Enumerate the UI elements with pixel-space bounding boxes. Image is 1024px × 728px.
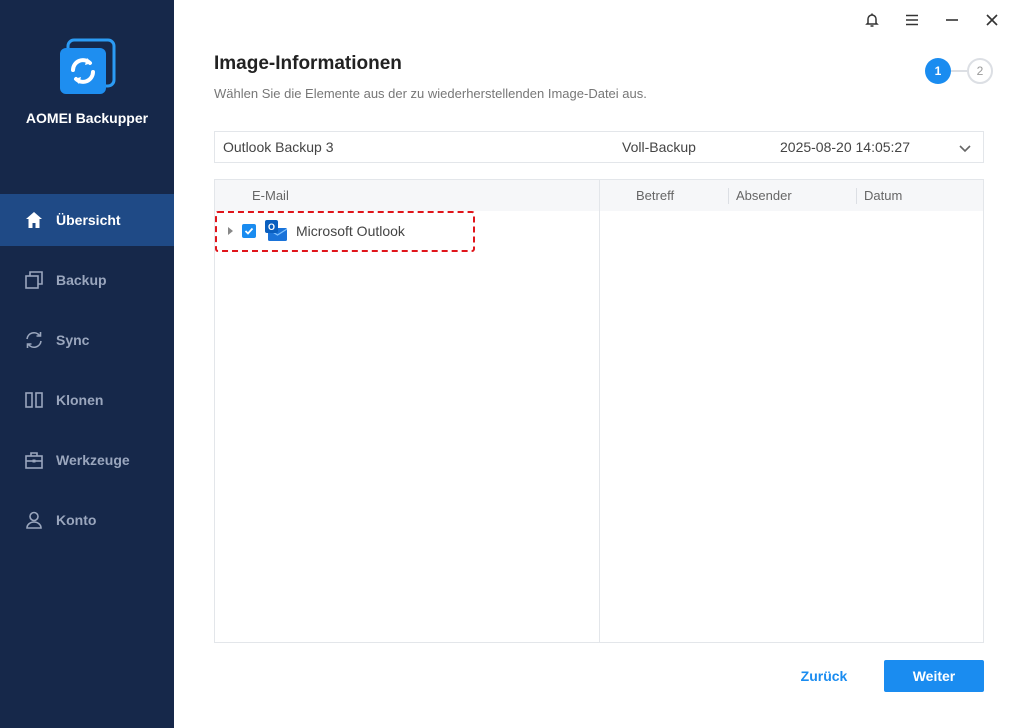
sync-icon (26, 331, 42, 349)
step-connector (951, 70, 967, 72)
minimize-button[interactable] (932, 10, 972, 30)
menu-button[interactable] (892, 10, 932, 30)
email-list-header: Betreff Absender Datum (600, 180, 983, 211)
sidebar-item-label: Backup (56, 272, 107, 288)
outlook-icon: O (265, 220, 288, 241)
svg-text:O: O (268, 222, 275, 232)
sidebar-item-label: Werkzeuge (56, 452, 130, 468)
sidebar-item-werkzeuge[interactable]: Werkzeuge (0, 434, 174, 486)
email-header-label: E-Mail (252, 188, 289, 203)
outlook-checkbox[interactable] (242, 224, 256, 238)
bell-icon (865, 13, 879, 27)
sidebar-item-label: Konto (56, 512, 97, 528)
column-divider (856, 188, 857, 204)
sidebar-item-konto[interactable]: Konto (0, 494, 174, 546)
backup-datetime: 2025-08-20 14:05:27 (780, 139, 910, 155)
column-label: Betreff (636, 188, 675, 203)
column-header-absender[interactable]: Absender (728, 180, 856, 211)
backup-icon (25, 271, 43, 289)
step-indicator: 1 2 (925, 58, 995, 84)
checkmark-icon (244, 227, 254, 235)
backup-name: Outlook Backup 3 (223, 139, 334, 155)
back-button[interactable]: Zurück (784, 660, 864, 692)
sidebar-nav: Übersicht Backup Sync Klonen Werkzeuge K… (0, 194, 174, 554)
window-controls (852, 10, 1012, 30)
notification-button[interactable] (852, 10, 892, 30)
page-title: Image-Informationen (214, 53, 402, 74)
sidebar-item-uebersicht[interactable]: Übersicht (0, 194, 174, 246)
sidebar-item-label: Sync (56, 332, 90, 348)
step-2-badge: 2 (967, 58, 993, 84)
column-label: Absender (736, 188, 792, 203)
close-button[interactable] (972, 10, 1012, 30)
email-column-header: E-Mail (215, 180, 599, 211)
caret-right-icon (228, 227, 233, 235)
aomei-logo-icon (60, 38, 116, 94)
sidebar-item-sync[interactable]: Sync (0, 314, 174, 366)
page-subtitle: Wählen Sie die Elemente aus der zu wiede… (214, 86, 647, 101)
column-label: Datum (864, 188, 903, 203)
sidebar: AOMEI Backupper Übersicht Backup Sync Kl… (0, 0, 174, 728)
step-1-badge: 1 (925, 58, 951, 84)
close-icon (986, 14, 998, 26)
expand-toggle[interactable] (223, 224, 237, 238)
home-icon (26, 212, 42, 228)
toolbox-icon (25, 452, 43, 469)
tree-item-label[interactable]: Microsoft Outlook (296, 223, 405, 239)
email-list-pane: Betreff Absender Datum (600, 180, 983, 642)
tree-item-outlook: O Microsoft Outlook (223, 219, 405, 243)
column-header-betreff[interactable]: Betreff (600, 180, 728, 211)
hamburger-menu-icon (906, 14, 918, 26)
minimize-icon (946, 19, 958, 21)
sidebar-item-backup[interactable]: Backup (0, 254, 174, 306)
user-icon (26, 511, 42, 529)
backup-type: Voll-Backup (622, 139, 696, 155)
email-tree-pane: E-Mail O Microsoft Outlook (215, 180, 600, 642)
clone-icon (25, 392, 43, 408)
chevron-down-icon (959, 145, 971, 153)
sidebar-item-label: Übersicht (56, 212, 121, 228)
column-divider (728, 188, 729, 204)
backup-image-selector[interactable]: Outlook Backup 3 Voll-Backup 2025-08-20 … (214, 131, 984, 163)
next-button[interactable]: Weiter (884, 660, 984, 692)
sidebar-item-klonen[interactable]: Klonen (0, 374, 174, 426)
column-header-datum[interactable]: Datum (856, 180, 983, 211)
image-content-panel: E-Mail O Microsoft Outlook Betreff Absen… (214, 179, 984, 643)
sidebar-item-label: Klonen (56, 392, 104, 408)
app-name: AOMEI Backupper (25, 110, 149, 126)
